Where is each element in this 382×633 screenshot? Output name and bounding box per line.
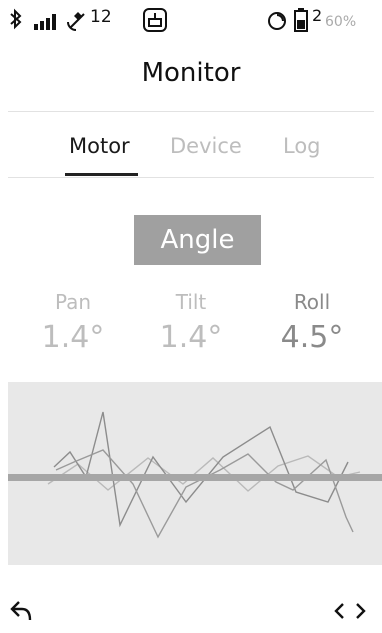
sync-icon [268, 12, 286, 30]
signal-bars-icon [34, 14, 56, 30]
status-bar: 12 2 60% [0, 0, 382, 44]
tilt-value: 1.4° [159, 320, 223, 355]
roll-readout: Roll 4.5° [267, 290, 357, 355]
roll-label: Roll [293, 290, 331, 314]
gps-count: 12 [90, 7, 112, 27]
tilt-readout: Tilt 1.4° [146, 290, 236, 355]
gps-satellite-icon [67, 12, 85, 31]
header-divider [8, 111, 374, 112]
battery-percent: 60% [325, 14, 357, 30]
page-title: Monitor [141, 58, 241, 88]
pan-value: 1.4° [41, 320, 105, 355]
back-arrow-icon[interactable] [10, 600, 36, 622]
code-brackets-icon[interactable] [334, 602, 366, 620]
battery-count: 2 [312, 6, 323, 25]
tab-log[interactable]: Log [283, 134, 321, 158]
tilt-label: Tilt [175, 290, 207, 314]
pan-label: Pan [54, 290, 92, 314]
tab-device[interactable]: Device [170, 134, 242, 158]
graph-canvas [8, 411, 382, 539]
graph-trace-light [47, 455, 361, 492]
tab-motor[interactable]: Motor [69, 134, 130, 158]
roll-value: 4.5° [280, 320, 344, 355]
active-tab-indicator [65, 173, 138, 176]
bluetooth-icon [10, 8, 22, 30]
tabs-divider [8, 177, 374, 178]
graph-baseline [8, 474, 382, 481]
motor-graph [8, 382, 382, 565]
pan-readout: Pan 1.4° [28, 290, 118, 355]
bottom-bar [0, 590, 382, 630]
battery-icon [294, 8, 308, 32]
graph-trace-mid [55, 449, 354, 539]
angle-badge: Angle [134, 215, 261, 265]
gimbal-icon [143, 8, 167, 32]
